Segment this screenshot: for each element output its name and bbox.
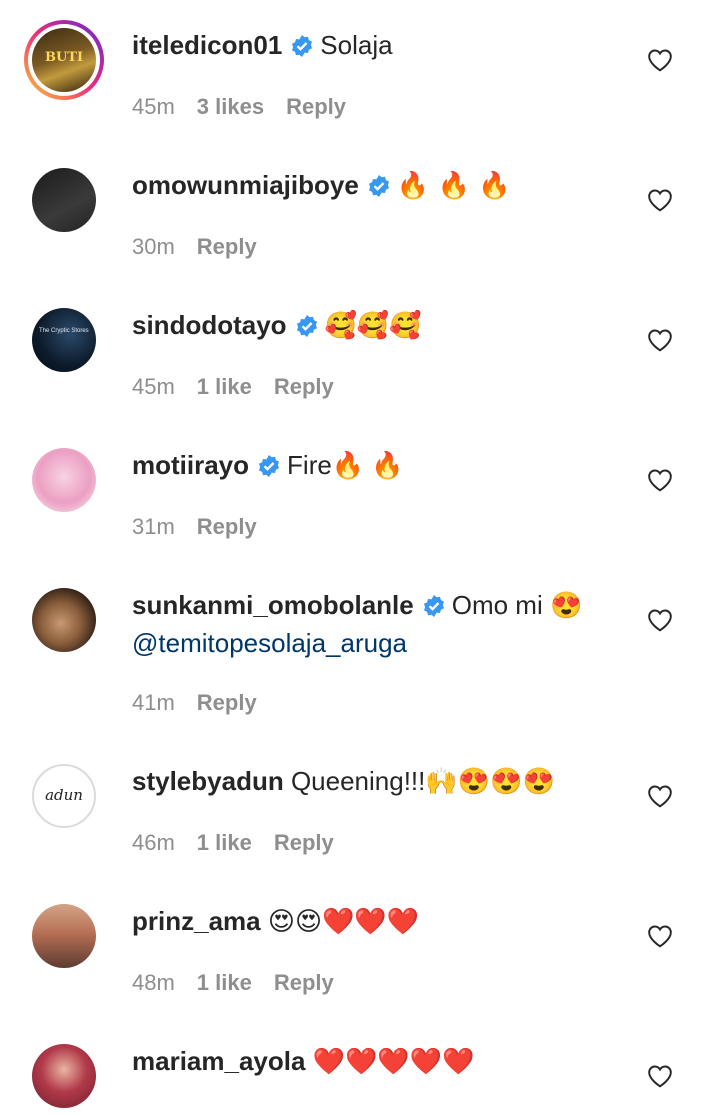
verified-badge-icon [423, 595, 444, 617]
heart-icon[interactable] [647, 924, 673, 948]
like-count[interactable]: 1 like [197, 374, 252, 399]
avatar-text: BUTI [44, 50, 84, 65]
comment-time: 45m [132, 374, 175, 399]
avatar[interactable]: adun [32, 764, 96, 828]
avatar[interactable] [32, 448, 96, 512]
username[interactable]: omowunmiajiboye [132, 170, 359, 200]
like-count[interactable]: 3 likes [197, 94, 264, 119]
comment-text: 😍😍❤️❤️❤️ [267, 907, 420, 937]
reply-button[interactable]: Reply [197, 234, 257, 259]
verified-badge-icon [259, 455, 280, 477]
comment-text: ❤️❤️❤️❤️❤️ [312, 1047, 475, 1077]
reply-button[interactable]: Reply [274, 374, 334, 399]
username[interactable]: sunkanmi_omobolanle [132, 590, 414, 620]
story-ring: BUTI [24, 20, 104, 100]
avatar[interactable]: BUTI [24, 20, 104, 100]
comment-time: 41m [132, 690, 175, 715]
heart-icon[interactable] [647, 188, 673, 212]
avatar-text: The Cryptic Stores [39, 328, 89, 334]
comment-time: 30m [132, 234, 175, 259]
verified-badge-icon [296, 315, 317, 337]
heart-icon[interactable] [647, 48, 673, 72]
username[interactable]: iteledicon01 [132, 30, 282, 60]
verified-badge-icon [292, 35, 313, 57]
comment-text: Solaja [320, 30, 393, 60]
reply-button[interactable]: Reply [286, 94, 346, 119]
comment-text: Omo mi 😍 [451, 590, 583, 620]
comment-text: 🔥 🔥 🔥 [396, 171, 511, 201]
comment-text: Fire🔥 🔥 [287, 450, 404, 480]
heart-icon[interactable] [647, 468, 673, 492]
reply-button[interactable]: Reply [274, 970, 334, 995]
heart-icon[interactable] [647, 784, 673, 808]
reply-button[interactable]: Reply [274, 830, 334, 855]
like-count[interactable]: 1 like [197, 970, 252, 995]
comment-time: 45m [132, 94, 175, 119]
verified-badge-icon [368, 175, 389, 197]
avatar[interactable] [32, 1044, 96, 1108]
username[interactable]: sindodotayo [132, 310, 287, 340]
comment-time: 48m [132, 970, 175, 995]
username[interactable]: stylebyadun [132, 766, 284, 796]
avatar-text: adun [45, 786, 83, 804]
avatar[interactable] [32, 588, 96, 652]
avatar[interactable]: The Cryptic Stores [32, 308, 96, 372]
avatar[interactable] [32, 168, 96, 232]
username[interactable]: mariam_ayola [132, 1046, 305, 1076]
like-count[interactable]: 1 like [197, 830, 252, 855]
heart-icon[interactable] [647, 1064, 673, 1088]
reply-button[interactable]: Reply [197, 514, 257, 539]
username[interactable]: prinz_ama [132, 906, 261, 936]
username[interactable]: motiirayo [132, 450, 249, 480]
heart-icon[interactable] [647, 608, 673, 632]
avatar[interactable] [32, 904, 96, 968]
comment-time: 46m [132, 830, 175, 855]
comment-text: Queening!!!🙌😍😍😍 [290, 766, 555, 796]
reply-button[interactable]: Reply [197, 690, 257, 715]
comment-text: 🥰🥰🥰 [324, 311, 422, 341]
mention-link[interactable]: @temitopesolaja_aruga [132, 628, 407, 658]
heart-icon[interactable] [647, 328, 673, 352]
comment-time: 31m [132, 514, 175, 539]
